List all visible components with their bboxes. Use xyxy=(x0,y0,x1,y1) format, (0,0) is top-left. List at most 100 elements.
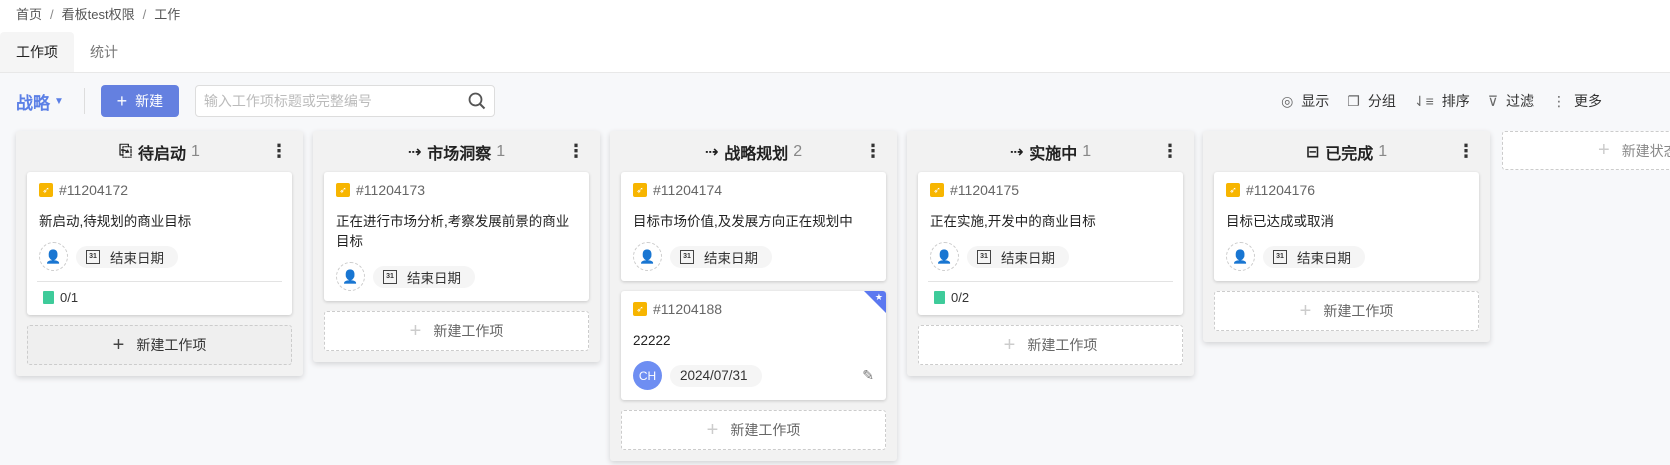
more-icon: ⋮ xyxy=(1552,92,1566,109)
card-title: 22222 xyxy=(633,333,671,348)
add-work-item-button[interactable]: + 新建工作项 xyxy=(27,325,292,365)
due-date[interactable]: 31 结束日期 xyxy=(1263,245,1365,268)
column-count: 1 xyxy=(496,142,506,160)
plus-icon: + xyxy=(1003,333,1016,356)
column-header: ⊟ 已完成 1 ⋮ xyxy=(1214,131,1479,172)
tab-statistics[interactable]: 统计 xyxy=(74,32,134,72)
calendar-icon: 31 xyxy=(977,249,991,264)
due-date[interactable]: 2024/07/31 xyxy=(670,364,762,387)
view-label: 战略 xyxy=(16,93,50,113)
column-count: 1 xyxy=(1082,142,1092,160)
add-work-item-button[interactable]: + 新建工作项 xyxy=(324,311,589,351)
search-icon[interactable] xyxy=(468,92,486,110)
tool-label: 显示 xyxy=(1301,93,1330,109)
column-count: 1 xyxy=(1378,142,1388,160)
due-date-label: 结束日期 xyxy=(1297,250,1351,266)
due-date[interactable]: 31 结束日期 xyxy=(76,245,178,268)
tool-eye[interactable]: ◎ 显示 xyxy=(1281,91,1329,111)
calendar-icon: 31 xyxy=(86,249,100,264)
due-date[interactable]: 31 结束日期 xyxy=(967,245,1069,268)
tool-group[interactable]: ❐ 分组 xyxy=(1347,91,1396,111)
rocket-icon: ➶ xyxy=(633,183,647,197)
card-title: 目标已达成或取消 xyxy=(1226,214,1334,229)
tab-work-items[interactable]: 工作项 xyxy=(0,32,74,72)
add-assignee-icon[interactable]: 👤 xyxy=(930,242,959,271)
add-assignee-icon[interactable]: 👤 xyxy=(336,262,365,291)
column-header: ⇢ 市场洞察 1 ⋮ xyxy=(324,131,589,172)
rocket-icon: ➶ xyxy=(930,183,944,197)
due-date-label: 2024/07/31 xyxy=(680,368,748,383)
column-title: 已完成 xyxy=(1325,145,1374,163)
plus-icon: + xyxy=(1299,299,1312,322)
card-id: #11204172 xyxy=(59,182,129,198)
view-tools: ◎ 显示 ❐ 分组 ⇃≡ 排序 ⊽ 过滤 ⋮ 更多 xyxy=(1281,73,1602,129)
search-input[interactable] xyxy=(203,93,454,109)
plus-icon: + xyxy=(116,90,128,111)
card-id: #11204173 xyxy=(356,182,426,198)
rocket-icon: ➶ xyxy=(633,302,647,316)
column-3: ⇢ 实施中 1 ⋮ ➶ #11204175 正在实施,开发中的商业目标 👤 31 结束日期 0/… xyxy=(907,131,1194,376)
card-title: 正在实施,开发中的商业目标 xyxy=(930,214,1096,229)
work-item-card[interactable]: ➶ #11204174 目标市场价值,及发展方向正在规划中 👤 31 结束日期 xyxy=(621,172,886,281)
plus-icon: + xyxy=(409,319,422,342)
add-assignee-icon[interactable]: 👤 xyxy=(39,242,68,271)
breadcrumb-home[interactable]: 首页 xyxy=(16,7,42,22)
document-icon xyxy=(934,291,945,304)
divider xyxy=(928,281,1173,282)
work-item-card[interactable]: ➶ #11204176 目标已达成或取消 👤 31 结束日期 xyxy=(1214,172,1479,281)
add-assignee-icon[interactable]: 👤 xyxy=(633,242,662,271)
document-icon xyxy=(43,291,54,304)
due-date[interactable]: 31 结束日期 xyxy=(670,245,772,268)
tool-label: 过滤 xyxy=(1506,93,1534,109)
plus-icon: + xyxy=(1598,139,1610,161)
group-icon: ❐ xyxy=(1347,92,1360,109)
column-1: ⇢ 市场洞察 1 ⋮ ➶ #11204173 正在进行市场分析,考察发展前景的商业目标 👤… xyxy=(313,131,600,362)
add-work-item-button[interactable]: + 新建工作项 xyxy=(621,410,886,450)
card-title: 目标市场价值,及发展方向正在规划中 xyxy=(633,214,853,229)
tool-filter[interactable]: ⊽ 过滤 xyxy=(1488,91,1534,111)
tool-more[interactable]: ⋮ 更多 xyxy=(1552,91,1602,111)
new-status-button[interactable]: + 新建状态 xyxy=(1502,131,1670,170)
card-title: 正在进行市场分析,考察发展前景的商业目标 xyxy=(336,214,570,249)
subtask-progress[interactable]: 0/1 xyxy=(39,290,280,305)
subtask-progress[interactable]: 0/2 xyxy=(930,290,1171,305)
work-item-card[interactable]: ★ ➶ #11204188 22222 CH 2024/07/31 ✎ xyxy=(621,291,886,400)
subtask-count: 0/1 xyxy=(60,290,79,305)
due-date[interactable]: 31 结束日期 xyxy=(373,265,475,288)
tool-label: 更多 xyxy=(1574,93,1602,109)
column-more-icon[interactable]: ⋮ xyxy=(1457,141,1475,162)
edit-icon[interactable]: ✎ xyxy=(862,367,874,384)
add-work-item-label: 新建工作项 xyxy=(1027,337,1098,353)
column-2: ⇢ 战略规划 2 ⋮ ➶ #11204174 目标市场价值,及发展方向正在规划中 👤 31 结… xyxy=(610,131,897,461)
due-date-label: 结束日期 xyxy=(704,250,758,266)
new-button[interactable]: + 新建 xyxy=(100,85,179,117)
add-work-item-button[interactable]: + 新建工作项 xyxy=(1214,291,1479,331)
status-icon: ⊟ xyxy=(1305,143,1320,161)
card-id: #11204188 xyxy=(653,301,723,317)
status-icon: ⎘ xyxy=(119,142,132,160)
column-more-icon[interactable]: ⋮ xyxy=(567,141,585,162)
column-count: 1 xyxy=(190,142,200,160)
breadcrumb-board[interactable]: 看板test权限 xyxy=(62,7,135,22)
add-work-item-label: 新建工作项 xyxy=(730,422,801,438)
work-item-card[interactable]: ➶ #11204175 正在实施,开发中的商业目标 👤 31 结束日期 0/2 xyxy=(918,172,1183,315)
tool-label: 分组 xyxy=(1367,93,1396,109)
status-icon: ⇢ xyxy=(407,143,422,161)
column-header: ⇢ 战略规划 2 ⋮ xyxy=(621,131,886,172)
due-date-label: 结束日期 xyxy=(1001,250,1055,266)
column-title: 市场洞察 xyxy=(427,145,492,163)
avatar[interactable]: CH xyxy=(633,361,662,390)
tab-bar: 工作项 统计 xyxy=(0,32,1670,73)
add-assignee-icon[interactable]: 👤 xyxy=(1226,242,1255,271)
view-selector[interactable]: 战略 ▼ xyxy=(16,89,64,114)
column-more-icon[interactable]: ⋮ xyxy=(864,141,882,162)
work-item-card[interactable]: ➶ #11204173 正在进行市场分析,考察发展前景的商业目标 👤 31 结束日期 xyxy=(324,172,589,301)
breadcrumb-current: 工作 xyxy=(154,7,181,22)
calendar-icon: 31 xyxy=(1273,249,1287,264)
tool-sort[interactable]: ⇃≡ 排序 xyxy=(1414,91,1470,111)
add-work-item-button[interactable]: + 新建工作项 xyxy=(918,325,1183,365)
column-more-icon[interactable]: ⋮ xyxy=(1161,141,1179,162)
filter-icon: ⊽ xyxy=(1487,92,1498,109)
work-item-card[interactable]: ➶ #11204172 新启动,待规划的商业目标 👤 31 结束日期 0/1 xyxy=(27,172,292,315)
column-more-icon[interactable]: ⋮ xyxy=(270,141,288,162)
